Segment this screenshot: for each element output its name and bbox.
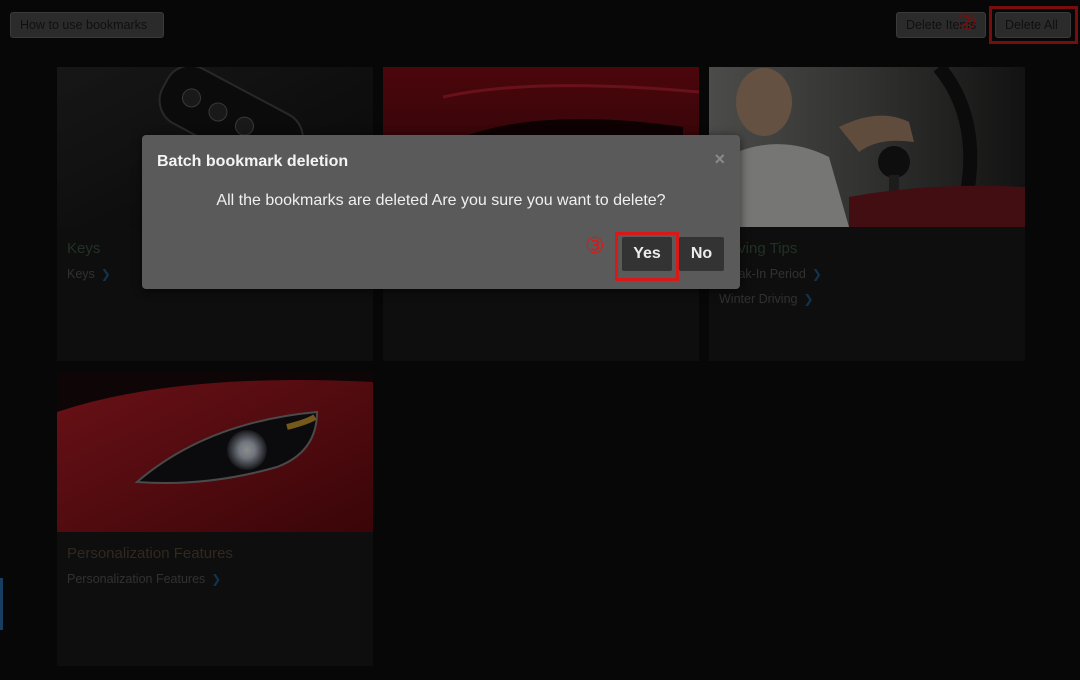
step-3-marker: ③ <box>585 234 605 259</box>
modal-overlay <box>0 0 1080 680</box>
dialog-title: Batch bookmark deletion <box>157 153 349 170</box>
no-button[interactable]: No <box>679 237 724 271</box>
dialog-message: All the bookmarks are deleted Are you su… <box>216 192 666 209</box>
yes-highlight <box>615 232 679 281</box>
close-icon[interactable]: × <box>714 149 725 170</box>
